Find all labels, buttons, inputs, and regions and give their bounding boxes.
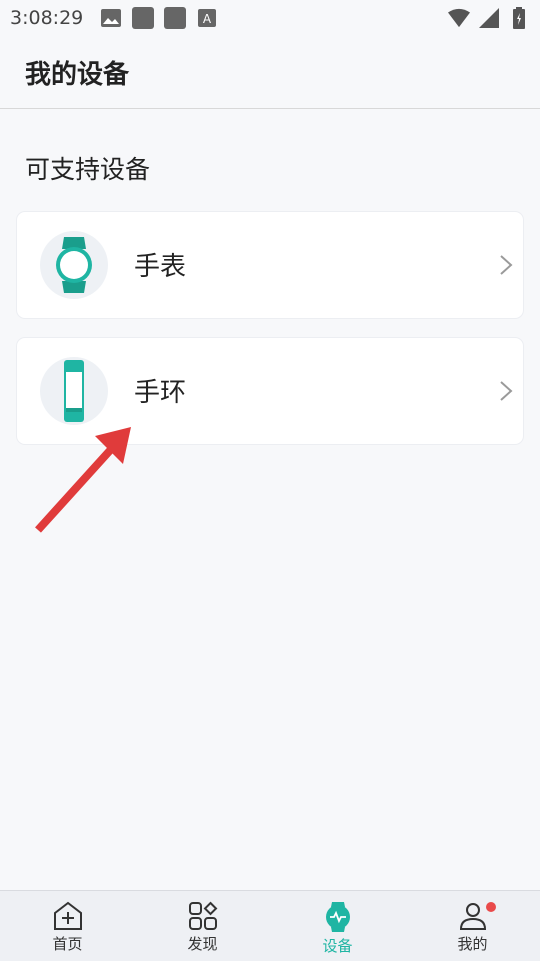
band-icon xyxy=(64,360,84,422)
svg-text:A: A xyxy=(203,12,212,26)
nav-item-home[interactable]: 首页 xyxy=(0,891,135,961)
device-card-watch[interactable]: 手表 xyxy=(17,212,523,318)
chevron-right-icon xyxy=(500,381,513,401)
bottom-nav: 首页 发现 设备 我的 xyxy=(0,890,540,961)
section-title: 可支持设备 xyxy=(25,155,151,184)
image-icon xyxy=(100,7,122,29)
home-icon xyxy=(53,901,82,930)
device-label: 手表 xyxy=(134,252,187,282)
device-label: 手环 xyxy=(134,378,187,408)
status-system-icons xyxy=(448,7,530,29)
profile-icon xyxy=(459,903,486,930)
nav-label: 发现 xyxy=(187,935,218,953)
battery-icon xyxy=(508,7,530,29)
discover-icon xyxy=(188,901,217,930)
nav-label: 我的 xyxy=(457,935,488,953)
status-time: 3:08:29 xyxy=(10,7,84,29)
status-notification-icons: A xyxy=(100,7,218,29)
watch-icon xyxy=(56,237,92,293)
notification-badge xyxy=(486,902,496,912)
square-icon xyxy=(164,7,186,29)
band-icon-container xyxy=(40,357,108,425)
device-icon xyxy=(325,902,350,932)
page-title: 我的设备 xyxy=(25,60,130,90)
watch-icon-container xyxy=(40,231,108,299)
device-card-band[interactable]: 手环 xyxy=(17,338,523,444)
nav-item-discover[interactable]: 发现 xyxy=(135,891,270,961)
nav-label: 首页 xyxy=(52,935,83,953)
nav-label: 设备 xyxy=(322,937,353,955)
font-icon: A xyxy=(196,7,218,29)
annotation-arrow-icon xyxy=(35,427,131,533)
chevron-right-icon xyxy=(500,255,513,275)
nav-item-device[interactable]: 设备 xyxy=(270,891,405,961)
header: 我的设备 xyxy=(0,36,540,109)
wifi-icon xyxy=(448,7,470,29)
square-icon xyxy=(132,7,154,29)
status-bar: 3:08:29 A xyxy=(0,0,540,36)
signal-icon xyxy=(478,7,500,29)
nav-item-profile[interactable]: 我的 xyxy=(405,891,540,961)
